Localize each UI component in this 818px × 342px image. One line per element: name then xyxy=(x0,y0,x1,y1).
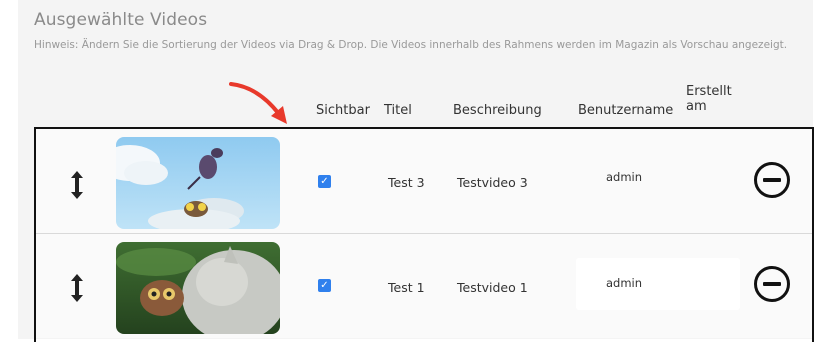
annotation-arrow-icon xyxy=(229,82,287,124)
drag-handle-icon[interactable] xyxy=(70,171,84,199)
col-header-created-line2: am xyxy=(686,99,707,114)
col-header-description[interactable]: Beschreibung xyxy=(453,103,542,118)
video-row[interactable]: ✓ Test 1 Testvideo 1 admin xyxy=(36,233,812,338)
remove-video-icon[interactable] xyxy=(754,162,790,198)
video-title: Test 3 xyxy=(388,175,425,190)
video-thumbnail xyxy=(116,242,280,334)
remove-video-icon[interactable] xyxy=(754,266,790,302)
video-username: admin xyxy=(606,170,643,184)
section-title: Ausgewählte Videos xyxy=(34,10,208,30)
username-field: admin xyxy=(576,258,740,310)
col-header-title[interactable]: Titel xyxy=(384,103,412,118)
visible-checkbox[interactable]: ✓ xyxy=(318,279,331,292)
col-header-created-line1: Erstellt xyxy=(686,84,732,99)
section-hint: Hinweis: Ändern Sie die Sortierung der V… xyxy=(34,39,788,51)
col-header-created[interactable]: Erstellt am xyxy=(686,84,732,114)
video-row[interactable]: ✓ Test 3 Testvideo 3 admin xyxy=(36,129,812,233)
col-header-username[interactable]: Benutzername xyxy=(578,103,673,118)
video-thumbnail xyxy=(116,137,280,229)
video-username: admin xyxy=(606,276,643,290)
video-title: Test 1 xyxy=(388,280,425,295)
video-description: Testvideo 3 xyxy=(457,175,528,190)
video-list: ✓ Test 3 Testvideo 3 admin ✓ Test 1 Test… xyxy=(34,127,814,342)
visible-checkbox[interactable]: ✓ xyxy=(318,175,331,188)
drag-handle-icon[interactable] xyxy=(70,274,84,302)
video-description: Testvideo 1 xyxy=(457,280,528,295)
col-header-visible[interactable]: Sichtbar xyxy=(316,103,370,118)
